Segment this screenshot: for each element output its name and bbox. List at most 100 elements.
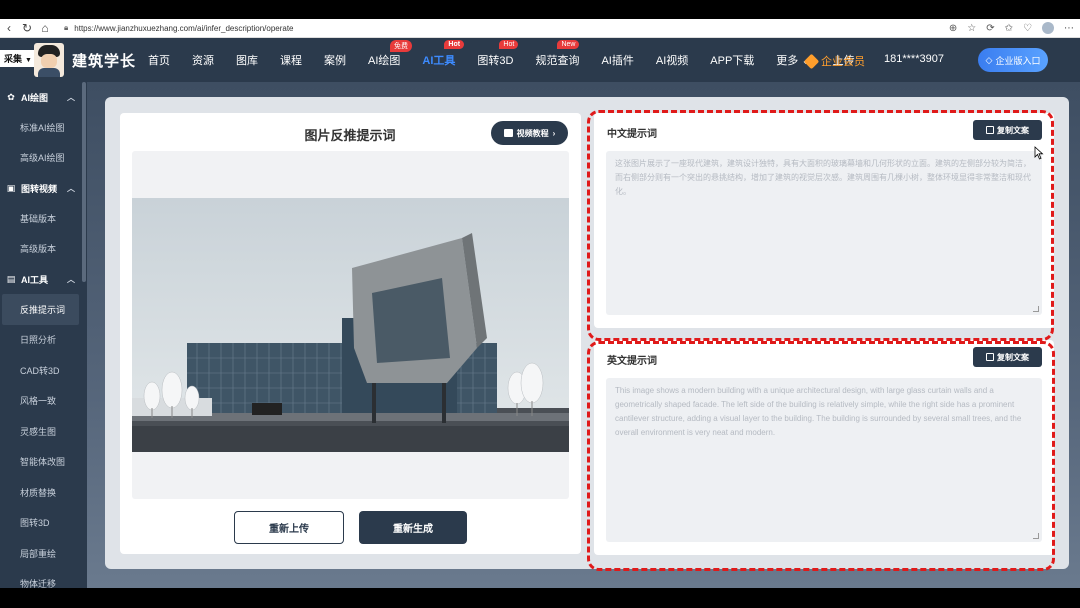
address-bar[interactable]: 🔒︎ https://www.jianzhuxuezhang.com/ai/in… bbox=[64, 21, 294, 36]
nav-item[interactable]: 资源 bbox=[192, 52, 214, 68]
sidebar-group-label: AI工具 bbox=[21, 274, 49, 285]
sidebar-item[interactable]: 智能体改图 bbox=[0, 447, 87, 478]
sidebar-item[interactable]: 基础版本 bbox=[0, 203, 87, 234]
video-tutorial-button[interactable]: 视频教程 › bbox=[491, 121, 568, 145]
nav-item-label: 首页 bbox=[148, 55, 170, 67]
image-panel: 图片反推提示词 视频教程 › 重新上传 重新生成 bbox=[120, 113, 581, 554]
copy-chinese-button[interactable]: 复制文案 bbox=[973, 120, 1042, 140]
diamond-outline-icon: ◇ bbox=[985, 54, 993, 65]
copy-icon bbox=[986, 126, 994, 134]
sidebar-item[interactable]: CAD转3D bbox=[0, 355, 87, 386]
favorites-icon[interactable]: ✩ bbox=[1005, 23, 1013, 34]
nav-item-label: 课程 bbox=[280, 55, 302, 67]
sidebar-item[interactable]: 物体迁移 bbox=[0, 569, 87, 588]
chevron-right-icon: › bbox=[552, 128, 556, 138]
chinese-prompt-panel: 中文提示词 复制文案 这张图片展示了一座现代建筑，建筑设计独特，具有大面积的玻璃… bbox=[594, 113, 1054, 328]
sidebar-group[interactable]: ▣ 图转视频 ︿ bbox=[0, 173, 87, 203]
url-text: https://www.jianzhuxuezhang.com/ai/infer… bbox=[74, 23, 294, 33]
copy-label: 复制文案 bbox=[997, 352, 1029, 362]
sidebar-item[interactable]: 材质替换 bbox=[0, 477, 87, 508]
nav-item[interactable]: AI插件 bbox=[601, 52, 633, 68]
copy-label: 复制文案 bbox=[997, 125, 1029, 135]
nav-item-label: 规范查询 bbox=[535, 55, 580, 67]
sidebar-group-label: AI绘图 bbox=[21, 92, 49, 103]
sidebar-item[interactable]: 风格一致 bbox=[0, 386, 87, 417]
nav-item-label: AI绘图 bbox=[368, 55, 401, 67]
nav-item[interactable]: AI工具 Hot bbox=[422, 40, 465, 68]
nav-item[interactable]: 图库 bbox=[236, 52, 258, 68]
zoom-icon[interactable]: ⊕ bbox=[949, 23, 957, 34]
reload-icon[interactable]: ↻ bbox=[18, 19, 36, 37]
back-icon[interactable]: ‹ bbox=[0, 19, 18, 37]
sidebar-group-label: 图转视频 bbox=[21, 183, 58, 194]
nav-item[interactable]: AI绘图 免费 bbox=[368, 40, 412, 68]
regenerate-button[interactable]: 重新生成 bbox=[359, 511, 467, 544]
nav-item-label: 资源 bbox=[192, 55, 214, 67]
nav-item-label: AI视频 bbox=[655, 55, 689, 67]
nav-item-label: AI工具 bbox=[422, 55, 456, 67]
nav-item[interactable]: 首页 bbox=[148, 52, 170, 68]
nav-item-label: 图库 bbox=[236, 55, 258, 67]
building-render-image bbox=[132, 198, 569, 452]
nav-item[interactable]: 课程 bbox=[280, 52, 302, 68]
resize-handle[interactable] bbox=[1033, 533, 1039, 539]
logo-face bbox=[41, 54, 57, 68]
copy-icon bbox=[986, 353, 994, 361]
sidebar-item[interactable]: 图转3D bbox=[0, 508, 87, 539]
nav-item[interactable]: 规范查询 New bbox=[535, 40, 580, 68]
copy-english-button[interactable]: 复制文案 bbox=[973, 347, 1042, 367]
home-icon[interactable]: ⌂ bbox=[36, 19, 54, 37]
sidebar-scrollbar[interactable] bbox=[82, 82, 86, 282]
chinese-prompt-title: 中文提示词 bbox=[607, 129, 657, 140]
top-letterbox bbox=[0, 0, 1080, 19]
video-icon bbox=[503, 129, 513, 137]
chinese-prompt-text: 这张图片展示了一座现代建筑，建筑设计独特，具有大面积的玻璃幕墙和几何形状的立面。… bbox=[615, 159, 1031, 196]
nav-item[interactable]: APP下载 bbox=[710, 52, 754, 68]
english-prompt-textarea[interactable]: This image shows a modern building with … bbox=[606, 378, 1042, 542]
resize-handle[interactable] bbox=[1033, 306, 1039, 312]
shield-icon[interactable]: ♡ bbox=[1023, 23, 1032, 34]
video-icon: ▣ bbox=[6, 182, 16, 193]
english-prompt-panel: 英文提示词 复制文案 This image shows a modern bui… bbox=[594, 340, 1054, 555]
star-icon[interactable]: ☆ bbox=[967, 23, 976, 34]
brand-name[interactable]: 建筑学长 bbox=[72, 50, 136, 71]
english-prompt-title: 英文提示词 bbox=[607, 356, 657, 367]
collect-button[interactable]: 采集 ▼ bbox=[0, 50, 36, 67]
profile-avatar[interactable] bbox=[1042, 22, 1054, 34]
chevron-up-icon: ︿ bbox=[67, 183, 75, 193]
sidebar-group[interactable]: ✿ AI绘图 ︿ bbox=[0, 82, 87, 112]
logo-body bbox=[38, 68, 60, 77]
chinese-prompt-textarea[interactable]: 这张图片展示了一座现代建筑，建筑设计独特，具有大面积的玻璃幕墙和几何形状的立面。… bbox=[606, 151, 1042, 315]
uploaded-image-frame bbox=[132, 151, 569, 499]
nav-badge: New bbox=[557, 40, 580, 49]
sidebar-item[interactable]: 反推提示词 bbox=[2, 294, 79, 325]
sidebar-item[interactable]: 高级AI绘图 bbox=[0, 143, 87, 174]
lock-icon: 🔒︎ bbox=[64, 23, 69, 32]
sidebar-item[interactable]: 高级版本 bbox=[0, 234, 87, 265]
top-nav: 首页 资源 图库 课程 案例 AI绘图 免费 AI工具 Hot 图转3D Hot 规范查询 New AI插… bbox=[148, 38, 877, 82]
nav-item-label: 更多 bbox=[776, 55, 799, 67]
user-phone[interactable]: 181****3907 bbox=[884, 53, 944, 65]
reupload-button[interactable]: 重新上传 bbox=[234, 511, 344, 544]
logo-avatar[interactable] bbox=[34, 43, 64, 77]
nav-item-label: AI插件 bbox=[601, 55, 634, 67]
browser-toolbar: ‹ ↻ ⌂ 🔒︎ https://www.jianzhuxuezhang.com… bbox=[0, 19, 1080, 38]
nav-item[interactable]: 案例 bbox=[324, 52, 346, 68]
chevron-up-icon: ︿ bbox=[67, 274, 75, 284]
sidebar-item[interactable]: 日照分析 bbox=[0, 325, 87, 356]
enterprise-button[interactable]: ◇ 企业版入口 bbox=[978, 48, 1048, 72]
sidebar-item[interactable]: 灵感生图 bbox=[0, 416, 87, 447]
nav-badge: Hot bbox=[499, 40, 519, 49]
vip-link[interactable]: 企业会员 bbox=[803, 53, 865, 69]
sidebar-group[interactable]: ▤ AI工具 ︿ bbox=[0, 264, 87, 294]
sidebar-item[interactable]: 局部重绘 bbox=[0, 538, 87, 569]
collect-label: 采集 bbox=[4, 54, 23, 64]
caret-down-icon: ▼ bbox=[25, 57, 32, 64]
nav-item[interactable]: 图转3D Hot bbox=[477, 40, 519, 68]
sidebar-item[interactable]: 标准AI绘图 bbox=[0, 112, 87, 143]
more-icon[interactable]: ⋯ bbox=[1064, 23, 1074, 34]
mouse-cursor-icon bbox=[1034, 146, 1044, 160]
refresh-icon[interactable]: ⟳ bbox=[986, 23, 994, 34]
nav-item[interactable]: AI视频 bbox=[656, 52, 688, 68]
site-header: 采集 ▼ 建筑学长 首页 资源 图库 课程 案例 AI绘图 免费 AI工具 Hot 图转3D Hot 规… bbox=[0, 38, 1080, 82]
